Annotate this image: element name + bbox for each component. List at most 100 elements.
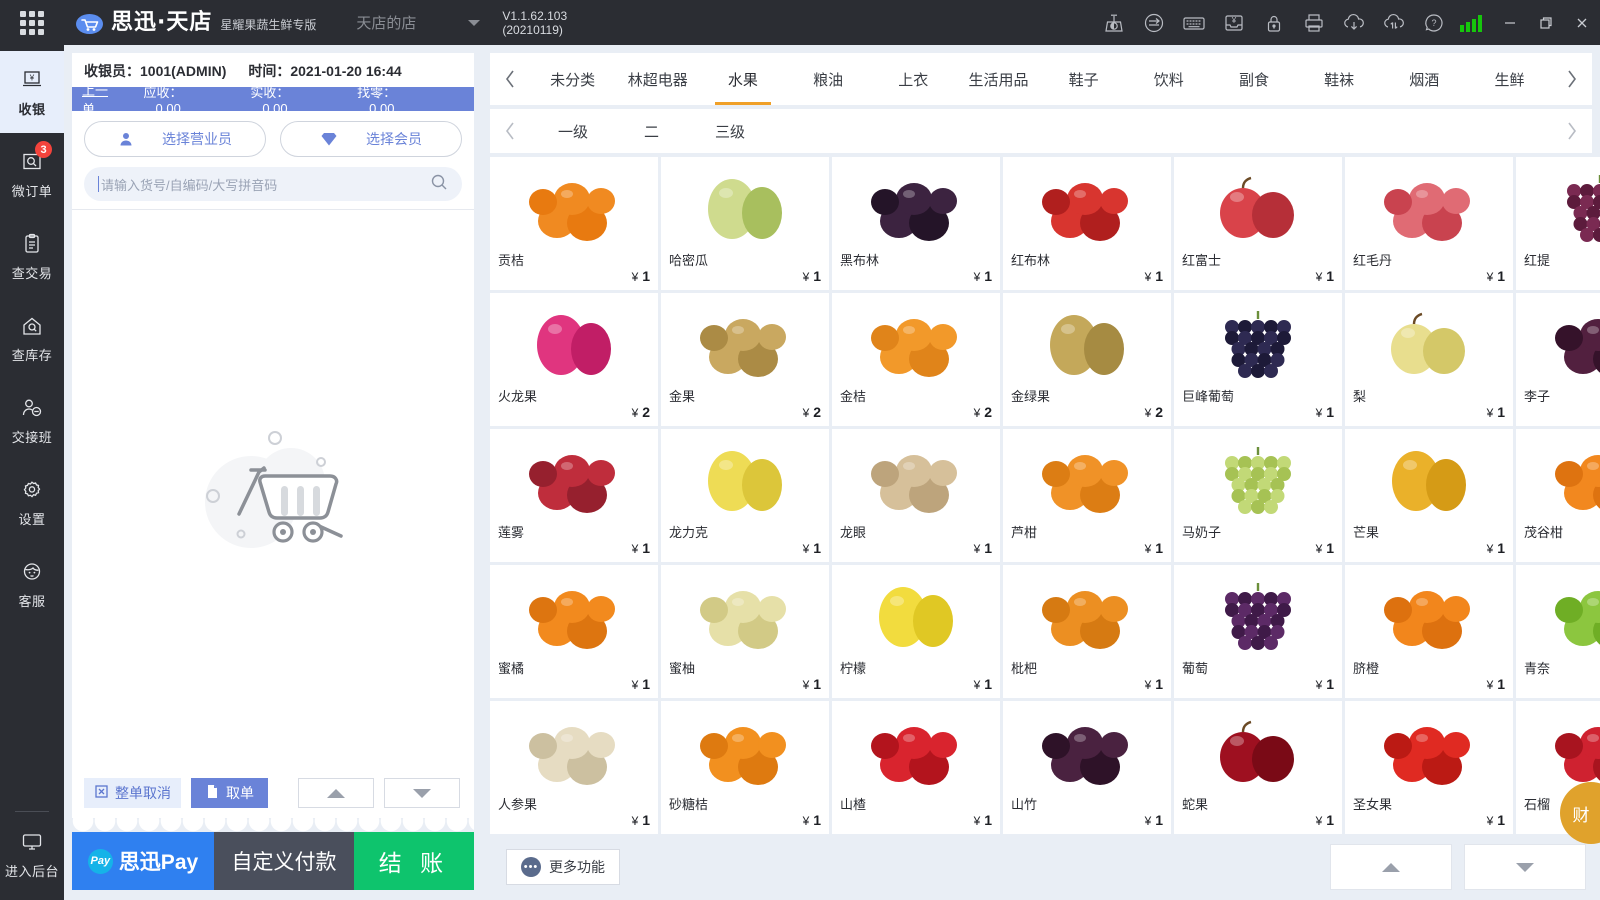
custom-payment-button[interactable]: 自定义付款 — [214, 832, 354, 890]
sidebar-item-shift-handover[interactable]: 交接班 — [0, 379, 64, 461]
product-card[interactable]: 巨峰葡萄 ¥ 1 — [1174, 293, 1342, 426]
subcategory-next-button[interactable] — [1552, 109, 1592, 153]
category-tab[interactable]: 未分类 — [530, 53, 615, 105]
product-card[interactable]: 葡萄 ¥ 1 — [1174, 565, 1342, 698]
product-card[interactable]: 马奶子 ¥ 1 — [1174, 429, 1342, 562]
minimize-button[interactable] — [1492, 0, 1528, 45]
product-card[interactable]: 山楂 ¥ 1 — [832, 701, 1000, 834]
help-icon[interactable]: ? — [1414, 0, 1454, 45]
product-card[interactable]: 金绿果 ¥ 2 — [1003, 293, 1171, 426]
keyboard-icon[interactable] — [1174, 0, 1214, 45]
product-card[interactable]: 火龙果 ¥ 2 — [490, 293, 658, 426]
product-card[interactable]: 红毛丹 ¥ 1 — [1345, 157, 1513, 290]
cart-scroll-up-button[interactable] — [298, 778, 374, 808]
cloud-download-icon[interactable] — [1334, 0, 1374, 45]
product-card[interactable]: 贡桔 ¥ 1 — [490, 157, 658, 290]
product-card[interactable]: 山竹 ¥ 1 — [1003, 701, 1171, 834]
product-name: 龙力克 — [669, 525, 709, 540]
product-card[interactable]: 哈密瓜 ¥ 1 — [661, 157, 829, 290]
cancel-order-button[interactable]: 整单取消 — [84, 778, 181, 808]
category-prev-button[interactable] — [490, 53, 530, 105]
category-tab[interactable]: 鞋子 — [1041, 53, 1126, 105]
product-card[interactable]: 莲雾 ¥ 1 — [490, 429, 658, 562]
subcategory-prev-button[interactable] — [490, 109, 530, 153]
category-tab[interactable]: 鞋袜 — [1297, 53, 1382, 105]
product-card[interactable]: 脐橙 ¥ 1 — [1345, 565, 1513, 698]
left-sidebar: ¥ 收银 3 微订单 查交易 查库存 交接班 设置 客服 进入后台 — [0, 45, 64, 900]
product-search-input[interactable]: 请输入货号/自编码/大写拼音码 — [84, 167, 462, 201]
xun-pay-button[interactable]: Pay 思迅Pay — [72, 832, 214, 890]
transfer-icon[interactable] — [1134, 0, 1174, 45]
price-value: 1 — [813, 812, 821, 828]
product-card[interactable]: 芒果 ¥ 1 — [1345, 429, 1513, 562]
cloud-upload-icon[interactable] — [1374, 0, 1414, 45]
sidebar-item-transactions[interactable]: 查交易 — [0, 215, 64, 297]
search-icon[interactable] — [430, 173, 448, 196]
sidebar-item-inventory[interactable]: 查库存 — [0, 297, 64, 379]
cash-drawer-icon[interactable]: ¥ — [1214, 0, 1254, 45]
product-price: ¥ 1 — [669, 812, 821, 830]
product-card[interactable]: 枇杷 ¥ 1 — [1003, 565, 1171, 698]
settle-button[interactable]: 结 账 — [354, 832, 474, 890]
category-tab[interactable]: 生鲜 — [1467, 53, 1552, 105]
product-card[interactable]: 李子¥ 1 — [1516, 293, 1600, 426]
customer-service-icon — [20, 559, 44, 585]
cart-scroll-down-button[interactable] — [384, 778, 460, 808]
sidebar-item-cashier[interactable]: ¥ 收银 — [0, 51, 64, 133]
category-tab[interactable]: 林超电器 — [615, 53, 700, 105]
product-card[interactable]: 龙力克 ¥ 1 — [661, 429, 829, 562]
store-selector[interactable]: 天店的店 — [356, 12, 481, 33]
product-card[interactable]: 红布林 ¥ 1 — [1003, 157, 1171, 290]
product-card[interactable]: 金桔 ¥ 2 — [832, 293, 1000, 426]
product-card[interactable]: 梨 ¥ 1 — [1345, 293, 1513, 426]
select-member-button[interactable]: 选择会员 — [280, 121, 462, 157]
product-card[interactable]: 芦柑 ¥ 1 — [1003, 429, 1171, 562]
product-page-down-button[interactable] — [1464, 844, 1586, 890]
subcategory-item[interactable]: 二 — [616, 121, 687, 142]
more-functions-button[interactable]: ••• 更多功能 — [506, 849, 620, 885]
category-tab[interactable]: 上衣 — [871, 53, 956, 105]
sidebar-item-settings[interactable]: 设置 — [0, 461, 64, 543]
product-card[interactable]: 青奈¥ 1 — [1516, 565, 1600, 698]
price-value: 2 — [984, 404, 992, 420]
category-tab[interactable]: 粮油 — [786, 53, 871, 105]
product-card[interactable]: 龙眼 ¥ 1 — [832, 429, 1000, 562]
product-card[interactable]: 蜜橘 ¥ 1 — [490, 565, 658, 698]
product-card[interactable]: 茂谷柑¥ 1 — [1516, 429, 1600, 562]
price-value: 2 — [813, 404, 821, 420]
maximize-button[interactable] — [1528, 0, 1564, 45]
product-card[interactable]: 人参果 ¥ 1 — [490, 701, 658, 834]
product-price: ¥ 1 — [1011, 540, 1163, 558]
category-tab[interactable]: 水果 — [700, 53, 785, 105]
product-card[interactable]: 红富士 ¥ 1 — [1174, 157, 1342, 290]
category-tab[interactable]: 副食 — [1211, 53, 1296, 105]
product-card[interactable]: 柠檬 ¥ 1 — [832, 565, 1000, 698]
category-tab[interactable]: 烟酒 — [1382, 53, 1467, 105]
lock-icon[interactable] — [1254, 0, 1294, 45]
price-value: 1 — [1326, 676, 1334, 692]
category-tab-list: 未分类 林超电器 水果 粮油 上衣 生活用品 鞋子 饮料 副食 鞋袜 烟酒 生鲜 — [530, 53, 1552, 105]
product-page-up-button[interactable] — [1330, 844, 1452, 890]
product-card[interactable]: 红提¥ 1 — [1516, 157, 1600, 290]
product-card[interactable]: 砂糖桔 ¥ 1 — [661, 701, 829, 834]
product-card[interactable]: 蜜柚 ¥ 1 — [661, 565, 829, 698]
product-card[interactable]: 金果 ¥ 2 — [661, 293, 829, 426]
sidebar-item-backend[interactable]: 进入后台 — [0, 818, 64, 900]
product-card[interactable]: 蛇果 ¥ 1 — [1174, 701, 1342, 834]
printer-icon[interactable] — [1294, 0, 1334, 45]
category-tab[interactable]: 饮料 — [1126, 53, 1211, 105]
close-button[interactable] — [1564, 0, 1600, 45]
take-order-button[interactable]: 取单 — [191, 778, 268, 808]
product-card[interactable]: 黑布林 ¥ 1 — [832, 157, 1000, 290]
ellipsis-icon: ••• — [521, 857, 541, 877]
category-next-button[interactable] — [1552, 53, 1592, 105]
select-salesperson-button[interactable]: 选择营业员 — [84, 121, 266, 157]
category-tab[interactable]: 生活用品 — [956, 53, 1041, 105]
product-card[interactable]: 圣女果 ¥ 1 — [1345, 701, 1513, 834]
sidebar-item-customer-service[interactable]: 客服 — [0, 543, 64, 625]
sidebar-item-micro-order[interactable]: 3 微订单 — [0, 133, 64, 215]
scale-icon[interactable] — [1094, 0, 1134, 45]
subcategory-item[interactable]: 一级 — [530, 121, 616, 142]
app-launcher-button[interactable] — [0, 0, 64, 45]
subcategory-item[interactable]: 三级 — [687, 121, 773, 142]
